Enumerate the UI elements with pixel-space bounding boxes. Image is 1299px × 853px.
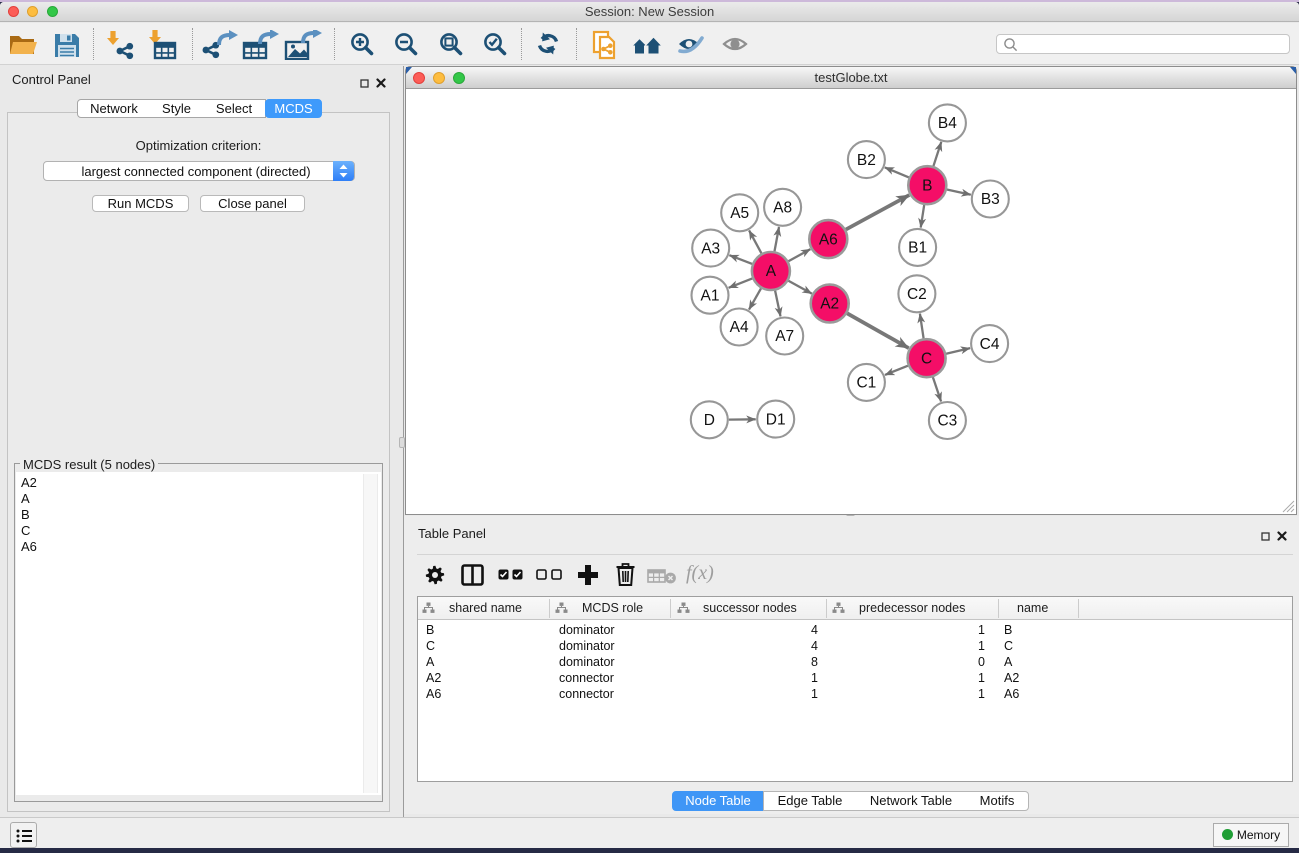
svg-text:A8: A8 [773,200,792,217]
svg-text:C2: C2 [907,286,927,303]
svg-text:A4: A4 [730,319,749,336]
svg-text:A7: A7 [775,328,794,345]
svg-text:A5: A5 [730,205,749,222]
svg-text:B1: B1 [908,240,927,257]
svg-text:C1: C1 [856,375,876,392]
svg-text:A2: A2 [820,296,839,313]
svg-text:B4: B4 [938,115,957,132]
svg-text:A6: A6 [819,231,838,248]
svg-text:C: C [921,350,932,367]
svg-text:C4: C4 [980,336,1000,353]
svg-text:D1: D1 [766,411,786,428]
svg-text:B2: B2 [857,152,876,169]
svg-text:A3: A3 [701,240,720,257]
svg-text:B3: B3 [981,191,1000,208]
svg-text:A1: A1 [701,287,720,304]
svg-text:B: B [922,177,932,194]
svg-text:C3: C3 [937,413,957,430]
svg-text:A: A [766,263,777,280]
svg-text:D: D [704,412,715,429]
